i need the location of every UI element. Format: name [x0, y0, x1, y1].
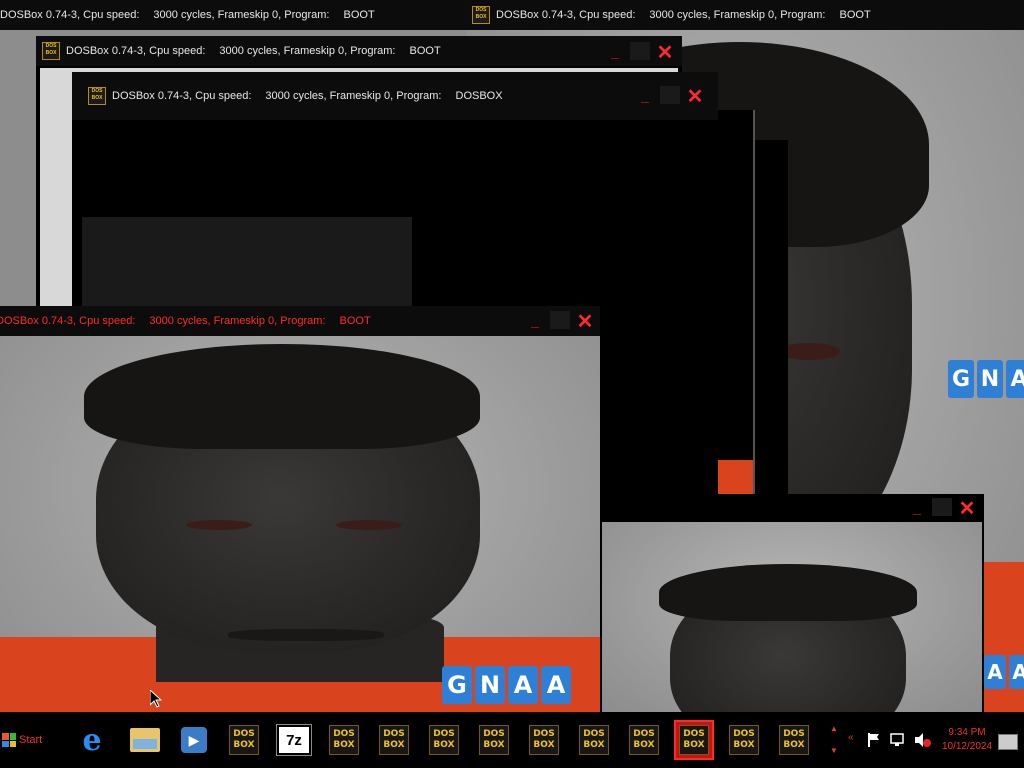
- folder-icon: [130, 728, 160, 752]
- window-photo: [0, 336, 600, 712]
- mouse-cursor-icon: [150, 690, 162, 708]
- window-titlebar-1[interactable]: DOSBox 0.74-3, Cpu speed: 3000 cycles, F…: [0, 0, 466, 30]
- taskbar-dosbox-3[interactable]: DOS BOX: [376, 722, 412, 758]
- taskbar-7zip[interactable]: 7z: [276, 722, 312, 758]
- window-program-text: DOSBOX: [455, 90, 503, 102]
- dosbox-icon: DOS BOX: [579, 725, 609, 755]
- window-title-text: DOSBox 0.74-3, Cpu speed:: [0, 315, 136, 327]
- dosbox-icon: DOS BOX: [729, 725, 759, 755]
- taskbar-file-explorer[interactable]: [127, 722, 163, 758]
- gnaa-watermark: A A: [984, 655, 1024, 689]
- dosbox-icon: DOS BOX: [479, 725, 509, 755]
- window-titlebar-main[interactable]: DOS BOX DOSBox 0.74-3, Cpu speed: 3000 cy…: [72, 72, 718, 120]
- minimize-button[interactable]: _: [906, 498, 928, 518]
- taskbar-dosbox-4[interactable]: DOS BOX: [426, 722, 462, 758]
- window-title-text: DOSBox 0.74-3, Cpu speed:: [496, 9, 636, 21]
- close-button[interactable]: ✕: [654, 42, 676, 64]
- minimize-button[interactable]: _: [524, 311, 546, 331]
- taskbar-dosbox-active[interactable]: DOS BOX: [674, 720, 714, 760]
- dosbox-icon: DOS BOX: [679, 725, 709, 755]
- 7zip-icon: 7z: [276, 724, 312, 756]
- start-label: Start: [19, 734, 43, 746]
- start-button[interactable]: Start: [2, 726, 50, 754]
- taskbar-dosbox-6[interactable]: DOS BOX: [526, 722, 562, 758]
- windows-logo-icon: [2, 733, 16, 747]
- taskbar: Start e ▶ DOS BOX 7z DOS BOX DOS BOX DOS BOX…: [0, 712, 1024, 768]
- dosbox-icon: DOS BOX: [229, 725, 259, 755]
- window-cycles-text: 3000 cycles, Frameskip 0, Program:: [219, 45, 396, 57]
- close-button[interactable]: ✕: [684, 86, 706, 108]
- media-player-icon: ▶: [181, 727, 207, 753]
- minimize-button[interactable]: _: [604, 42, 626, 62]
- dosbox-icon: DOS BOX: [88, 87, 106, 105]
- taskbar-dosbox-8[interactable]: DOS BOX: [626, 722, 662, 758]
- dosbox-window-lower-right[interactable]: _ ✕: [600, 494, 984, 712]
- dosbox-window-front[interactable]: DOSBox 0.74-3, Cpu speed: 3000 cycles, F…: [0, 306, 600, 712]
- window-program-text: BOOT: [839, 9, 871, 21]
- close-button[interactable]: ✕: [574, 311, 596, 333]
- show-desktop-button[interactable]: [998, 734, 1018, 750]
- window-title-text: DOSBox 0.74-3, Cpu speed:: [66, 45, 206, 57]
- dosbox-icon: DOS BOX: [429, 725, 459, 755]
- window-cycles-text: 3000 cycles, Frameskip 0, Program:: [153, 9, 330, 21]
- close-button[interactable]: ✕: [956, 498, 978, 520]
- maximize-button[interactable]: [660, 86, 680, 104]
- maximize-button[interactable]: [932, 498, 952, 516]
- clock-time: 9:34 PM: [948, 727, 986, 738]
- gnaa-watermark: G N A: [948, 360, 1024, 398]
- taskbar-internet-explorer[interactable]: e: [74, 722, 110, 758]
- dosbox-icon: DOS BOX: [629, 725, 659, 755]
- dosbox-icon: DOS BOX: [379, 725, 409, 755]
- internet-explorer-icon: e: [82, 722, 102, 758]
- tray-expand-icon[interactable]: «: [848, 732, 854, 743]
- taskbar-scroll-up-icon[interactable]: ▲: [830, 724, 838, 733]
- window-cycles-text: 3000 cycles, Frameskip 0, Program:: [649, 9, 826, 21]
- window-program-text: BOOT: [339, 315, 371, 327]
- window-program-text: BOOT: [409, 45, 441, 57]
- network-icon[interactable]: [890, 732, 908, 748]
- volume-muted-icon[interactable]: [914, 732, 932, 748]
- taskbar-scroll-down-icon[interactable]: ▼: [830, 746, 838, 755]
- window-photo: [602, 522, 982, 712]
- maximize-button[interactable]: [550, 311, 570, 329]
- window-titlebar-2[interactable]: DOS BOX DOSBox 0.74-3, Cpu speed: 3000 cy…: [466, 0, 1024, 30]
- gnaa-watermark: G N A A: [442, 666, 571, 704]
- dos-screen-block: [82, 217, 412, 307]
- window-cycles-text: 3000 cycles, Frameskip 0, Program:: [265, 90, 442, 102]
- window-program-text: BOOT: [343, 9, 375, 21]
- dosbox-icon: DOS BOX: [779, 725, 809, 755]
- taskbar-dosbox-1[interactable]: DOS BOX: [226, 722, 262, 758]
- taskbar-dosbox-5[interactable]: DOS BOX: [476, 722, 512, 758]
- window-titlebar-front[interactable]: DOSBox 0.74-3, Cpu speed: 3000 cycles, F…: [0, 306, 600, 336]
- clock-date: 10/12/2024: [941, 741, 993, 752]
- dosbox-icon: DOS BOX: [329, 725, 359, 755]
- action-center-flag-icon[interactable]: [866, 732, 882, 748]
- taskbar-dosbox-9[interactable]: DOS BOX: [726, 722, 762, 758]
- maximize-button[interactable]: [630, 42, 650, 60]
- taskbar-dosbox-7[interactable]: DOS BOX: [576, 722, 612, 758]
- taskbar-dosbox-2[interactable]: DOS BOX: [326, 722, 362, 758]
- window-cycles-text: 3000 cycles, Frameskip 0, Program:: [149, 315, 326, 327]
- taskbar-media-player[interactable]: ▶: [176, 722, 212, 758]
- dosbox-icon: DOS BOX: [529, 725, 559, 755]
- system-clock[interactable]: 9:34 PM 10/12/2024: [936, 726, 998, 754]
- window-title-text: DOSBox 0.74-3, Cpu speed:: [112, 90, 252, 102]
- window-title-text: DOSBox 0.74-3, Cpu speed:: [0, 9, 140, 21]
- desktop: DOSBox 0.74-3, Cpu speed: 3000 cycles, F…: [0, 0, 1024, 712]
- minimize-button[interactable]: _: [634, 86, 656, 106]
- window-titlebar-3[interactable]: DOS BOX DOSBox 0.74-3, Cpu speed: 3000 cy…: [36, 36, 682, 66]
- taskbar-dosbox-10[interactable]: DOS BOX: [776, 722, 812, 758]
- dosbox-icon: DOS BOX: [472, 6, 490, 24]
- dosbox-icon: DOS BOX: [42, 42, 60, 60]
